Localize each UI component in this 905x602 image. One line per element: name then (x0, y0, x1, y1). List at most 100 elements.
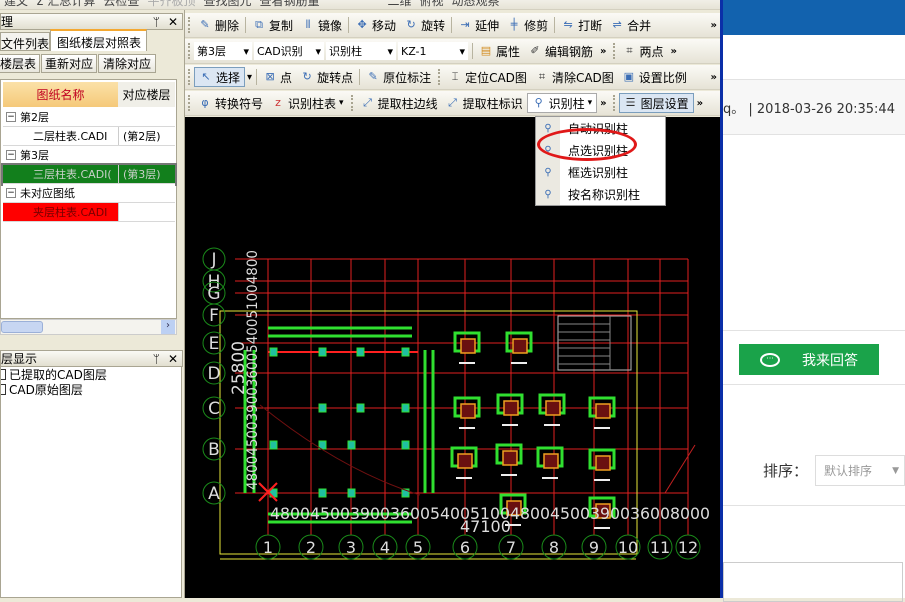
trim-button[interactable]: ╪ 修剪 (503, 15, 552, 35)
chat-bubble-icon: ··· (760, 352, 780, 367)
pin-icon[interactable]: ᛘ (153, 15, 160, 29)
tree-group-row[interactable]: − 未对应图纸 (3, 184, 175, 203)
in-place-annotation-button[interactable]: ✎ 原位标注 (362, 67, 435, 87)
extract-column-edge-button[interactable]: ⤢ 提取柱边线 (357, 93, 442, 113)
tab-drawing-floor-map[interactable]: 图纸楼层对照表 (50, 29, 147, 51)
break-button[interactable]: ⇋ 打断 (557, 15, 606, 35)
toolbar-grip[interactable] (188, 17, 191, 33)
identify-column-button[interactable]: ⚲ 识别柱 ▾ (526, 93, 598, 113)
clear-match-button[interactable]: 清除对应 (98, 54, 156, 73)
identify-column-table-button[interactable]: z 识别柱表 ▾ (267, 93, 348, 113)
more-chevron-icon[interactable]: » (597, 46, 609, 57)
type-select[interactable]: 识别柱 ▾ (326, 42, 396, 60)
delete-button[interactable]: ✎ 删除 (194, 15, 243, 35)
answer-button[interactable]: ··· 我来回答 (739, 344, 879, 375)
column-marker (356, 347, 365, 357)
move-button[interactable]: ✥ 移动 (351, 15, 400, 35)
scrollbar-thumb[interactable] (1, 321, 43, 333)
rematch-button[interactable]: 重新对应 (41, 54, 97, 73)
scroll-right-button[interactable]: › (161, 320, 175, 334)
collapse-icon[interactable]: − (6, 112, 16, 122)
menu-item-box-identify[interactable]: ⚲ 框选识别柱 (536, 161, 665, 183)
comment-input[interactable] (723, 562, 903, 602)
convert-symbol-button[interactable]: φ 转换符号 (194, 93, 267, 113)
merge-button[interactable]: ⇌ 合并 (606, 15, 655, 35)
select-button[interactable]: ↖ 选择 (194, 67, 246, 87)
component-select[interactable]: KZ-1 ▾ (398, 42, 468, 60)
chevron-down-icon: ▾ (315, 44, 321, 58)
close-icon[interactable]: ✕ (168, 15, 178, 29)
label: 编辑钢筋 (545, 44, 594, 59)
label: 设置比例 (638, 70, 687, 85)
column-marker (318, 488, 327, 498)
column-header-drawing-name[interactable]: 图纸名称 (3, 82, 118, 107)
top-view-button[interactable]: 俯视 (416, 0, 448, 9)
dim-total-x: 47100 (460, 517, 511, 536)
menu-item-name-identify[interactable]: ⚲ 按名称识别柱 (536, 183, 665, 205)
2d-button[interactable]: 二维 (383, 0, 415, 9)
copy-button[interactable]: ⧉ 复制 (248, 15, 297, 35)
answer-label: 我来回答 (802, 352, 858, 369)
collapse-icon[interactable]: − (6, 150, 16, 160)
more-chevron-icon[interactable]: » (708, 72, 720, 83)
checkbox[interactable] (1, 384, 6, 395)
toolbar-grip[interactable] (188, 43, 191, 59)
chevron-down-icon: ▾ (587, 98, 593, 108)
properties-button[interactable]: ▤ 属性 (475, 41, 524, 61)
draw-toolbar: ↖ 选择 ▾ ⊠ 点 ↻ 旋转点 ✎ 原位标注 ⌶ 定位CAD图 ⌗ 清除CAD图 ▣ 设置比… (185, 65, 720, 90)
row-axis-label: J (210, 250, 216, 270)
table-row[interactable]: 二层柱表.CADI (第2层) (3, 127, 175, 146)
flush-slab-button[interactable]: 平齐板顶 (143, 0, 199, 9)
two-point-button[interactable]: ⌗ 两点 (619, 41, 668, 61)
layer-settings-button[interactable]: ☰ 图层设置 (618, 93, 694, 113)
set-scale-button[interactable]: ▣ 设置比例 (618, 67, 691, 87)
label: 识别柱表 (288, 96, 337, 111)
label: 旋转点 (317, 70, 354, 85)
cloud-check-button[interactable]: 云检查 (99, 0, 143, 9)
extend-button[interactable]: ⇥ 延伸 (454, 15, 503, 35)
edit-rebar-icon: ✐ (530, 44, 540, 57)
sort-select[interactable]: 默认排序 ▼ (815, 455, 905, 486)
chevron-down-icon[interactable]: ▾ (245, 72, 254, 83)
rotate-point-button[interactable]: ↻ 旋转点 (296, 67, 357, 87)
col-axis-label: 4 (380, 538, 390, 557)
more-chevron-icon[interactable]: » (708, 20, 720, 31)
find-element-button[interactable]: 查找图元 (199, 0, 255, 9)
table-row-selected[interactable]: 三层柱表.CADI((第3层) (1, 163, 177, 186)
toolbar-grip[interactable] (188, 69, 191, 85)
summary-calc-button[interactable]: Σ 汇总计算 (32, 0, 99, 9)
floor-table-button[interactable]: 楼层表 (0, 54, 40, 73)
column-header-floor[interactable]: 对应楼层 (118, 82, 175, 107)
column-marker (318, 347, 327, 357)
toolbar-item[interactable]: 建文 (0, 0, 32, 9)
tree-group-row[interactable]: − 第2层 (3, 108, 175, 127)
locate-cad-button[interactable]: ⌶ 定位CAD图 (444, 67, 531, 87)
view-rebar-button[interactable]: 查看钢筋量 (255, 0, 323, 9)
point-button[interactable]: ⊠ 点 (259, 67, 296, 87)
mode-select[interactable]: CAD识别 ▾ (254, 42, 324, 60)
edit-rebar-button[interactable]: ✐ 编辑钢筋 (524, 41, 597, 61)
collapse-icon[interactable]: − (6, 188, 16, 198)
row-axis-label: D (207, 364, 220, 384)
label: 复制 (269, 18, 294, 33)
clear-cad-button[interactable]: ⌗ 清除CAD图 (531, 67, 618, 87)
more-chevron-icon[interactable]: » (597, 98, 609, 109)
table-row-unmatched[interactable]: 夹层柱表.CADI (3, 203, 175, 222)
horizontal-scrollbar[interactable]: › (0, 319, 177, 335)
layer-label: CAD原始图层 (9, 383, 83, 397)
mirror-button[interactable]: ⫴ 镜像 (297, 15, 346, 35)
tab-file-list[interactable]: 文件列表 (0, 32, 50, 51)
orbit-button[interactable]: 动态观察 (448, 0, 504, 9)
pin-icon[interactable]: ᛘ (153, 352, 160, 366)
more-chevron-icon[interactable]: » (694, 98, 706, 109)
layer-item[interactable]: 已提取的CAD图层 (1, 367, 181, 382)
checkbox[interactable] (1, 369, 6, 380)
close-icon[interactable]: ✕ (168, 352, 178, 366)
extract-column-label-button[interactable]: ⤢ 提取柱标识 (442, 93, 527, 113)
more-chevron-icon[interactable]: » (668, 46, 680, 57)
toolbar-grip[interactable] (188, 95, 191, 111)
tree-group-row[interactable]: − 第3层 (3, 146, 175, 165)
rotate-button[interactable]: ↻ 旋转 (400, 15, 449, 35)
layer-item[interactable]: CAD原始图层 (1, 382, 181, 397)
floor-select[interactable]: 第3层 ▾ (194, 42, 252, 60)
